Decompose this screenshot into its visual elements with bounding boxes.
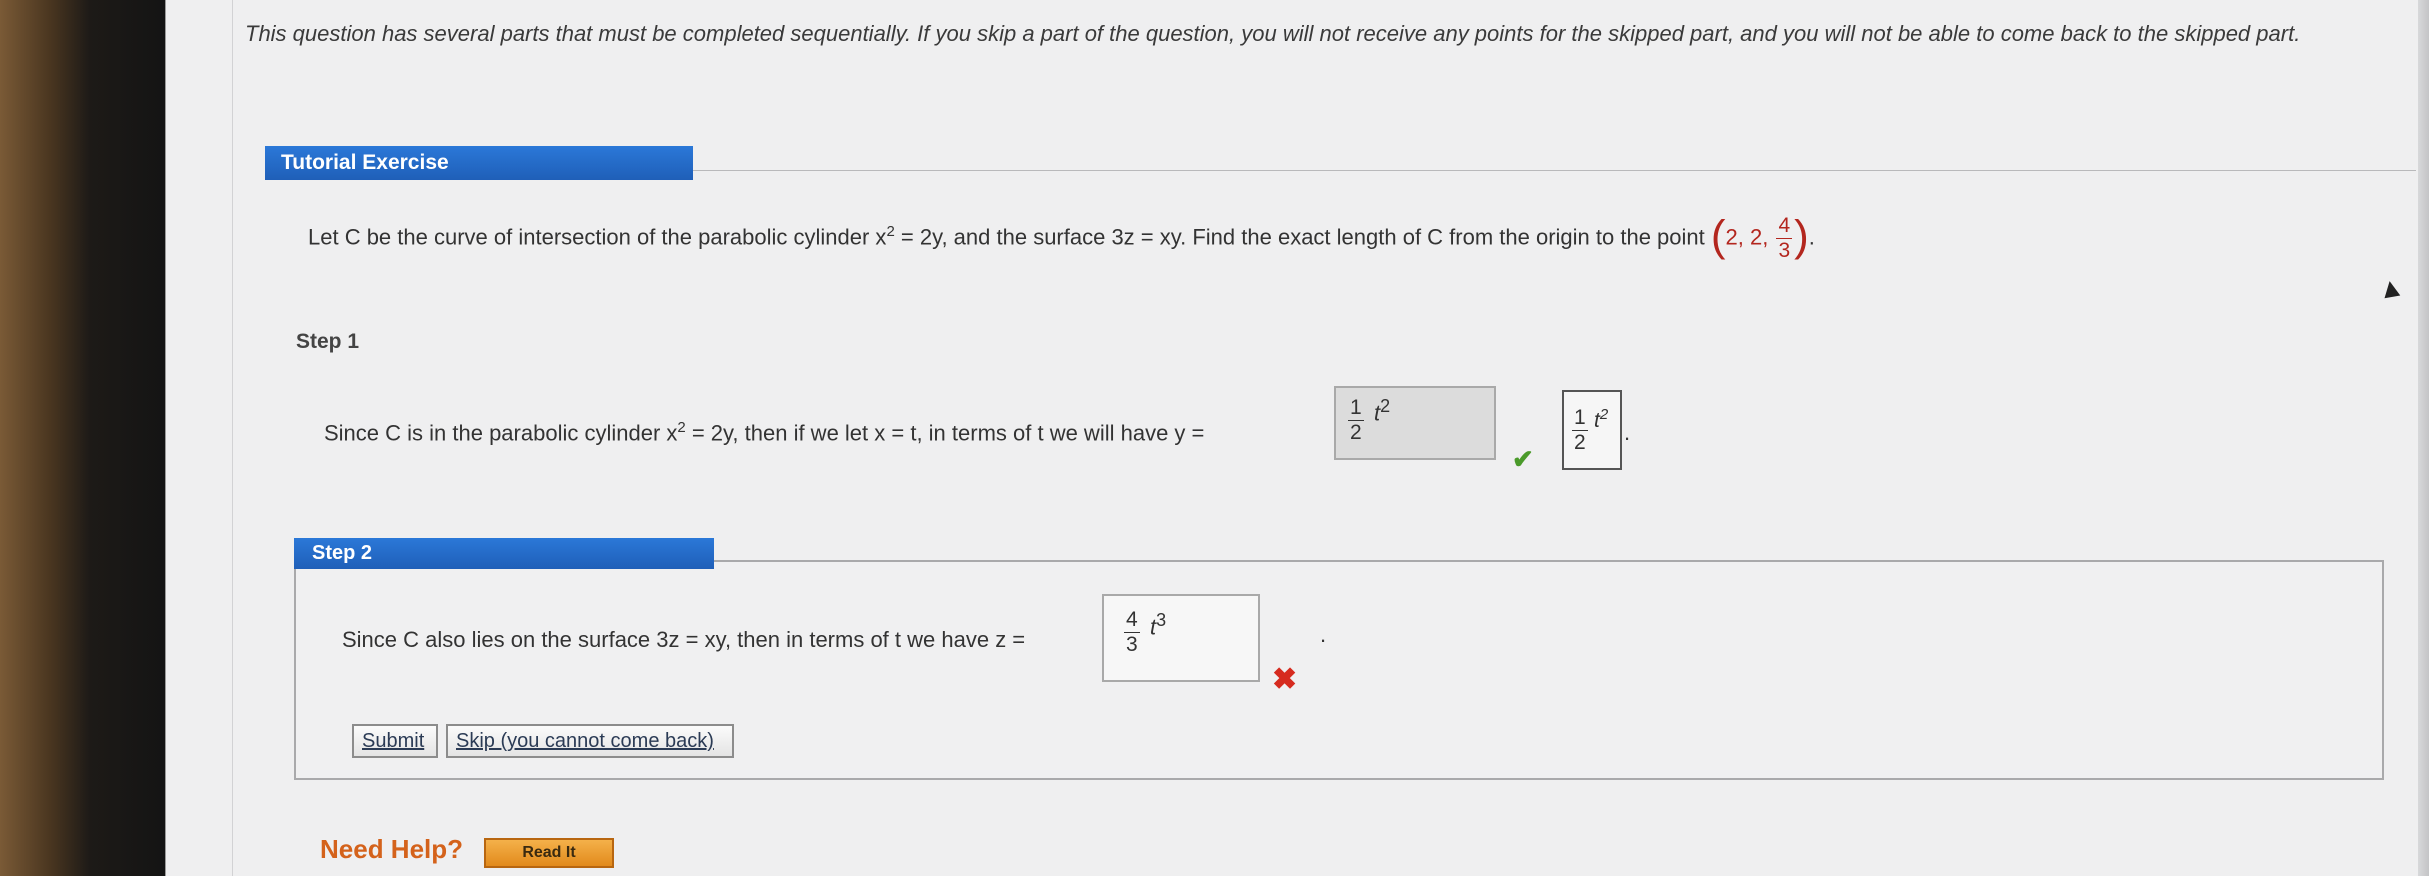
need-help-label: Need Help? (320, 834, 464, 864)
step1-answer-exp: 2 (1380, 396, 1391, 416)
point-rparen: ) (1794, 211, 1809, 261)
step2-header: Step 2 (294, 538, 714, 569)
step2-answer-field[interactable]: 43 t3 (1102, 594, 1260, 682)
step1-correct-answer: 12 t2 (1562, 390, 1622, 470)
step2-answer-exp: 3 (1156, 610, 1167, 630)
problem-end: . (1808, 224, 1815, 250)
step1-end: . (1624, 420, 1631, 445)
header-rule (693, 170, 2416, 171)
step2-answer-var: t3 (1150, 610, 1166, 640)
submit-button[interactable]: Submit (352, 724, 438, 758)
tutorial-exercise-header: Tutorial Exercise (265, 146, 693, 180)
step1-label: Step 1 (296, 330, 360, 353)
left-rule (232, 0, 233, 876)
step1-text-b: = 2y, then if we let x = t, in terms of … (685, 420, 1205, 446)
mouse-cursor-icon (2381, 279, 2401, 299)
point-fraction: 43 (1776, 214, 1793, 263)
intro-text: This question has several parts that mus… (245, 21, 2301, 46)
step1-correct-exp: 2 (1599, 406, 1609, 423)
step2-answer-den: 3 (1126, 633, 1138, 656)
point-num: 4 (1776, 214, 1793, 240)
step1-answer-num: 1 (1348, 396, 1364, 421)
step2-end: . (1320, 622, 1327, 647)
step1-correct-fraction: 12 (1572, 406, 1588, 455)
point-den: 3 (1778, 239, 1791, 263)
monitor-edge (2417, 0, 2429, 876)
step1-correct-num: 1 (1572, 406, 1588, 431)
step1-exp: 2 (677, 419, 686, 436)
checkmark-icon: ✔ (1512, 444, 1534, 474)
problem-exp: 2 (886, 223, 895, 240)
wrong-x-icon: ✖ (1272, 663, 1298, 696)
problem-statement: Let C be the curve of intersection of th… (308, 206, 1815, 263)
step1-text: Since C is in the parabolic cylinder x2 … (324, 408, 1204, 453)
step1-answer-field[interactable]: 12 t2 (1334, 386, 1496, 460)
point-lparen: ( (1710, 211, 1726, 261)
step1-answer-fraction: 12 (1348, 396, 1364, 445)
read-it-button[interactable]: Read It (484, 838, 614, 868)
problem-text-b: = 2y, and the surface 3z = xy. Find the … (894, 224, 1711, 250)
step1-correct-var: t2 (1594, 406, 1608, 433)
step2-answer-num: 4 (1124, 608, 1140, 633)
problem-text-a: Let C be the curve of intersection of th… (308, 224, 887, 250)
step1-text-a: Since C is in the parabolic cylinder x (324, 420, 678, 446)
step1-answer-var: t2 (1374, 396, 1390, 426)
point-coords: 2, 2, (1725, 224, 1775, 250)
step2-answer-fraction: 43 (1124, 608, 1140, 657)
step1-answer-den: 2 (1350, 421, 1362, 444)
step2-text: Since C also lies on the surface 3z = xy… (342, 627, 1026, 652)
step1-correct-den: 2 (1574, 431, 1586, 454)
monitor-bezel (0, 0, 165, 876)
skip-button[interactable]: Skip (you cannot come back) (446, 724, 734, 758)
